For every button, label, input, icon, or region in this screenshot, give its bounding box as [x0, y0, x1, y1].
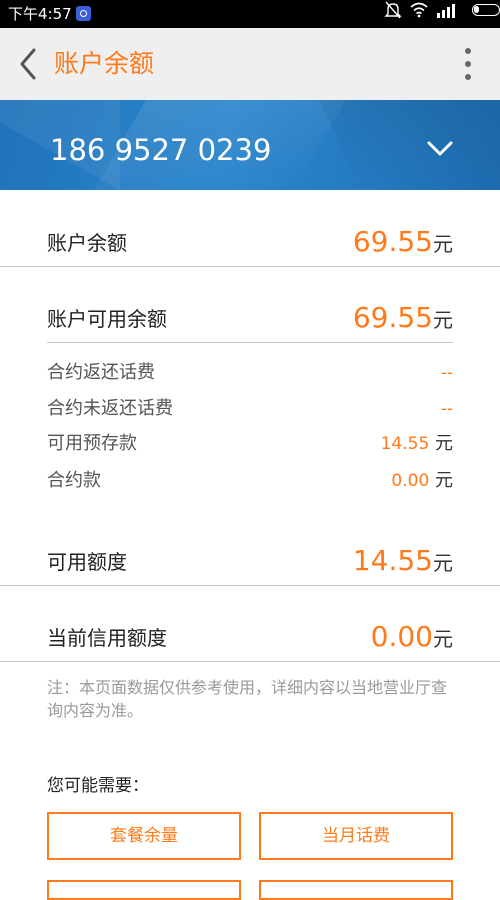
divider [0, 661, 500, 662]
detail-value: -- [440, 399, 453, 419]
divider [0, 585, 500, 586]
disclaimer-note: 注：本页面数据仅供参考使用，详细内容以当地营业厅查询内容为准。 [47, 678, 448, 720]
detail-label: 合约未返还话费 [47, 398, 173, 419]
more-vertical-icon[interactable] [460, 44, 476, 84]
battery-icon [472, 4, 500, 16]
title-bar: 账户余额 [0, 28, 500, 100]
available-quota-label: 可用额度 [47, 550, 127, 574]
wifi-icon [410, 2, 428, 18]
chevron-left-icon[interactable] [14, 46, 44, 82]
credit-quota-label: 当前信用额度 [47, 626, 167, 650]
credit-quota-value: 0.00元 [370, 620, 453, 653]
available-quota-value: 14.55元 [352, 544, 453, 577]
detail-value: -- [440, 363, 453, 383]
suggestions-title: 您可能需要： [47, 776, 149, 796]
divider [47, 342, 453, 343]
signal-icon [437, 4, 455, 18]
available-balance-label: 账户可用余额 [47, 307, 167, 331]
status-bar: 下午4:57 [0, 0, 500, 28]
available-balance-value: 69.55元 [352, 301, 453, 334]
divider [0, 266, 500, 267]
more-suggestion-button[interactable] [47, 880, 241, 900]
detail-value: 0.00 元 [391, 470, 453, 491]
monthly-bill-button[interactable]: 当月话费 [259, 812, 453, 860]
status-time: 下午4:57 [8, 5, 72, 23]
app-notification-icon [76, 6, 91, 21]
account-balance-label: 账户余额 [47, 231, 127, 255]
detail-label: 可用预存款 [47, 433, 137, 454]
mute-icon [384, 1, 402, 19]
account-balance-value: 69.55元 [352, 225, 453, 258]
detail-label: 合约款 [47, 470, 101, 491]
detail-value: 14.55 元 [380, 433, 453, 454]
phone-number[interactable]: 186 9527 0239 [50, 130, 271, 170]
detail-label: 合约返还话费 [47, 362, 155, 383]
chevron-down-icon[interactable] [426, 140, 454, 158]
more-suggestion-button[interactable] [259, 880, 453, 900]
package-balance-button[interactable]: 套餐余量 [47, 812, 241, 860]
page-title: 账户余额 [54, 49, 155, 78]
account-banner: 186 9527 0239 [0, 100, 500, 190]
